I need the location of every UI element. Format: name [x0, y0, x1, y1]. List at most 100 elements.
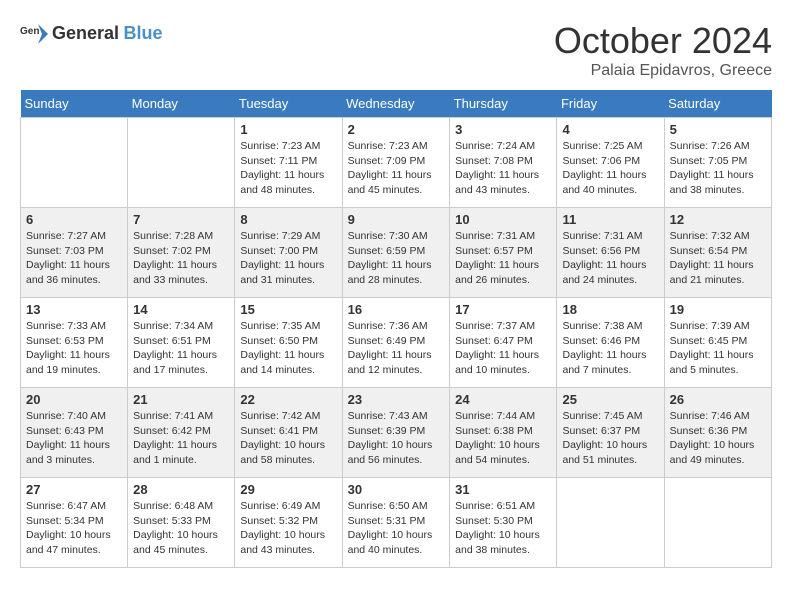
day-number: 27	[26, 482, 122, 497]
calendar-cell	[128, 118, 235, 208]
day-number: 9	[348, 212, 445, 227]
calendar-cell	[664, 478, 771, 568]
day-info: Sunrise: 7:25 AM Sunset: 7:06 PM Dayligh…	[562, 139, 658, 198]
day-info: Sunrise: 7:46 AM Sunset: 6:36 PM Dayligh…	[670, 409, 766, 468]
weekday-header-tuesday: Tuesday	[235, 90, 342, 118]
day-info: Sunrise: 7:40 AM Sunset: 6:43 PM Dayligh…	[26, 409, 122, 468]
day-number: 2	[348, 122, 445, 137]
day-info: Sunrise: 7:35 AM Sunset: 6:50 PM Dayligh…	[240, 319, 336, 378]
week-row-4: 20 Sunrise: 7:40 AM Sunset: 6:43 PM Dayli…	[21, 388, 772, 478]
day-info: Sunrise: 7:31 AM Sunset: 6:57 PM Dayligh…	[455, 229, 551, 288]
weekday-header-monday: Monday	[128, 90, 235, 118]
day-number: 3	[455, 122, 551, 137]
calendar-cell: 7 Sunrise: 7:28 AM Sunset: 7:02 PM Daylig…	[128, 208, 235, 298]
calendar-cell: 10 Sunrise: 7:31 AM Sunset: 6:57 PM Dayli…	[450, 208, 557, 298]
calendar-cell: 25Sunrise: 7:45 AM Sunset: 6:37 PM Dayli…	[557, 388, 664, 478]
calendar-cell: 24 Sunrise: 7:44 AM Sunset: 6:38 PM Dayli…	[450, 388, 557, 478]
day-number: 10	[455, 212, 551, 227]
day-info: Sunrise: 7:41 AM Sunset: 6:42 PM Dayligh…	[133, 409, 229, 468]
calendar-cell: 14 Sunrise: 7:34 AM Sunset: 6:51 PM Dayli…	[128, 298, 235, 388]
day-info: Sunrise: 7:23 AM Sunset: 7:09 PM Dayligh…	[348, 139, 445, 198]
day-number: 6	[26, 212, 122, 227]
day-number: 7	[133, 212, 229, 227]
week-row-1: 1 Sunrise: 7:23 AM Sunset: 7:11 PM Daylig…	[21, 118, 772, 208]
logo-general: General	[52, 23, 119, 43]
day-info: Sunrise: 6:49 AM Sunset: 5:32 PM Dayligh…	[240, 499, 336, 558]
day-info: Sunrise: 6:51 AM Sunset: 5:30 PM Dayligh…	[455, 499, 551, 558]
day-number: 1	[240, 122, 336, 137]
day-number: 8	[240, 212, 336, 227]
day-info: Sunrise: 7:24 AM Sunset: 7:08 PM Dayligh…	[455, 139, 551, 198]
svg-text:Gen: Gen	[20, 26, 39, 37]
day-info: Sunrise: 7:26 AM Sunset: 7:05 PM Dayligh…	[670, 139, 766, 198]
day-number: 23	[348, 392, 445, 407]
weekday-header-wednesday: Wednesday	[342, 90, 450, 118]
calendar-cell: 22Sunrise: 7:42 AM Sunset: 6:41 PM Dayli…	[235, 388, 342, 478]
calendar-cell: 8 Sunrise: 7:29 AM Sunset: 7:00 PM Daylig…	[235, 208, 342, 298]
calendar-cell: 18Sunrise: 7:38 AM Sunset: 6:46 PM Dayli…	[557, 298, 664, 388]
logo-icon: Gen	[20, 20, 48, 48]
day-info: Sunrise: 7:33 AM Sunset: 6:53 PM Dayligh…	[26, 319, 122, 378]
day-info: Sunrise: 7:37 AM Sunset: 6:47 PM Dayligh…	[455, 319, 551, 378]
calendar-cell: 16 Sunrise: 7:36 AM Sunset: 6:49 PM Dayli…	[342, 298, 450, 388]
day-number: 29	[240, 482, 336, 497]
calendar-cell: 30Sunrise: 6:50 AM Sunset: 5:31 PM Dayli…	[342, 478, 450, 568]
month-title: October 2024	[554, 20, 772, 62]
day-info: Sunrise: 7:28 AM Sunset: 7:02 PM Dayligh…	[133, 229, 229, 288]
day-number: 21	[133, 392, 229, 407]
day-number: 12	[670, 212, 766, 227]
day-info: Sunrise: 6:48 AM Sunset: 5:33 PM Dayligh…	[133, 499, 229, 558]
logo: Gen General Blue	[20, 20, 163, 48]
day-number: 14	[133, 302, 229, 317]
day-number: 11	[562, 212, 658, 227]
day-info: Sunrise: 7:34 AM Sunset: 6:51 PM Dayligh…	[133, 319, 229, 378]
day-number: 4	[562, 122, 658, 137]
day-number: 30	[348, 482, 445, 497]
calendar-cell: 2 Sunrise: 7:23 AM Sunset: 7:09 PM Daylig…	[342, 118, 450, 208]
calendar-cell: 15Sunrise: 7:35 AM Sunset: 6:50 PM Dayli…	[235, 298, 342, 388]
calendar-cell	[21, 118, 128, 208]
day-number: 26	[670, 392, 766, 407]
calendar-cell: 17 Sunrise: 7:37 AM Sunset: 6:47 PM Dayli…	[450, 298, 557, 388]
calendar-cell: 11 Sunrise: 7:31 AM Sunset: 6:56 PM Dayli…	[557, 208, 664, 298]
day-info: Sunrise: 7:30 AM Sunset: 6:59 PM Dayligh…	[348, 229, 445, 288]
day-info: Sunrise: 7:27 AM Sunset: 7:03 PM Dayligh…	[26, 229, 122, 288]
week-row-3: 13 Sunrise: 7:33 AM Sunset: 6:53 PM Dayli…	[21, 298, 772, 388]
calendar-cell: 26 Sunrise: 7:46 AM Sunset: 6:36 PM Dayli…	[664, 388, 771, 478]
day-info: Sunrise: 7:23 AM Sunset: 7:11 PM Dayligh…	[240, 139, 336, 198]
calendar-cell: 13 Sunrise: 7:33 AM Sunset: 6:53 PM Dayli…	[21, 298, 128, 388]
day-info: Sunrise: 7:29 AM Sunset: 7:00 PM Dayligh…	[240, 229, 336, 288]
day-number: 31	[455, 482, 551, 497]
day-number: 17	[455, 302, 551, 317]
day-number: 13	[26, 302, 122, 317]
calendar-cell: 28 Sunrise: 6:48 AM Sunset: 5:33 PM Dayli…	[128, 478, 235, 568]
calendar-cell: 31 Sunrise: 6:51 AM Sunset: 5:30 PM Dayli…	[450, 478, 557, 568]
weekday-header-sunday: Sunday	[21, 90, 128, 118]
day-number: 24	[455, 392, 551, 407]
calendar-cell: 9 Sunrise: 7:30 AM Sunset: 6:59 PM Daylig…	[342, 208, 450, 298]
day-info: Sunrise: 7:44 AM Sunset: 6:38 PM Dayligh…	[455, 409, 551, 468]
logo-blue: Blue	[124, 23, 163, 43]
day-number: 19	[670, 302, 766, 317]
weekday-header-saturday: Saturday	[664, 90, 771, 118]
day-number: 20	[26, 392, 122, 407]
day-number: 18	[562, 302, 658, 317]
calendar-cell: 20 Sunrise: 7:40 AM Sunset: 6:43 PM Dayli…	[21, 388, 128, 478]
weekday-header-thursday: Thursday	[450, 90, 557, 118]
calendar-cell	[557, 478, 664, 568]
calendar-cell: 1 Sunrise: 7:23 AM Sunset: 7:11 PM Daylig…	[235, 118, 342, 208]
location-title: Palaia Epidavros, Greece	[554, 62, 772, 80]
week-row-2: 6 Sunrise: 7:27 AM Sunset: 7:03 PM Daylig…	[21, 208, 772, 298]
day-info: Sunrise: 7:39 AM Sunset: 6:45 PM Dayligh…	[670, 319, 766, 378]
day-number: 16	[348, 302, 445, 317]
day-number: 5	[670, 122, 766, 137]
calendar-cell: 3 Sunrise: 7:24 AM Sunset: 7:08 PM Daylig…	[450, 118, 557, 208]
day-number: 28	[133, 482, 229, 497]
calendar: SundayMondayTuesdayWednesdayThursdayFrid…	[20, 90, 772, 568]
weekday-header-friday: Friday	[557, 90, 664, 118]
day-info: Sunrise: 7:31 AM Sunset: 6:56 PM Dayligh…	[562, 229, 658, 288]
day-info: Sunrise: 7:43 AM Sunset: 6:39 PM Dayligh…	[348, 409, 445, 468]
day-info: Sunrise: 7:36 AM Sunset: 6:49 PM Dayligh…	[348, 319, 445, 378]
title-area: October 2024 Palaia Epidavros, Greece	[554, 20, 772, 80]
day-info: Sunrise: 7:45 AM Sunset: 6:37 PM Dayligh…	[562, 409, 658, 468]
